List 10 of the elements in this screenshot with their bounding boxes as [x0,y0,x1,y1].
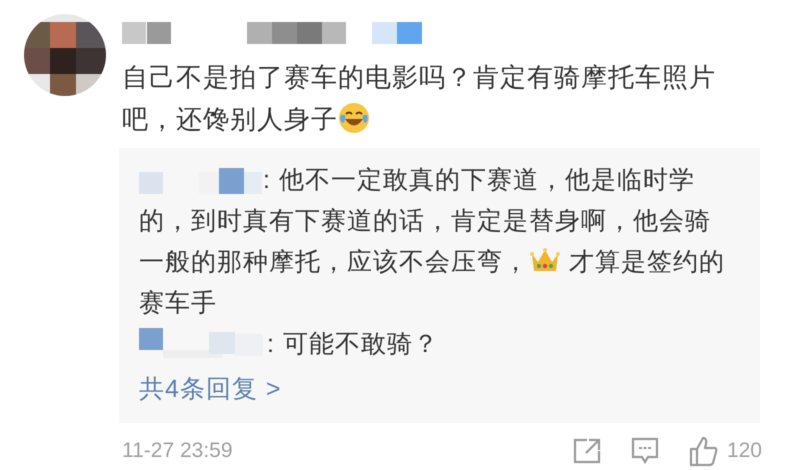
share-icon[interactable] [572,438,601,464]
comment-time: 11-27 23:59 [122,438,233,464]
thumbs-up-icon [688,435,719,467]
laughing-emoji-icon [338,102,370,134]
comment-text: 自己不是拍了赛车的电影吗？肯定有骑摩托车照片吧，还馋别人身子 [122,61,717,136]
like-button[interactable]: 120 [688,435,762,467]
reply-text: : 可能不敢骑？ [139,324,727,365]
more-replies-link[interactable]: 共4条回复 > [139,369,282,409]
comment-icon[interactable] [630,437,659,465]
reply-text: : 他不一定敢真的下赛道，他是临时学的，到时真有下赛道的话，肯定是替身啊，他会骑一般的那种摩托，应该不会压弯， 才算是签约的赛车手 [139,163,726,319]
